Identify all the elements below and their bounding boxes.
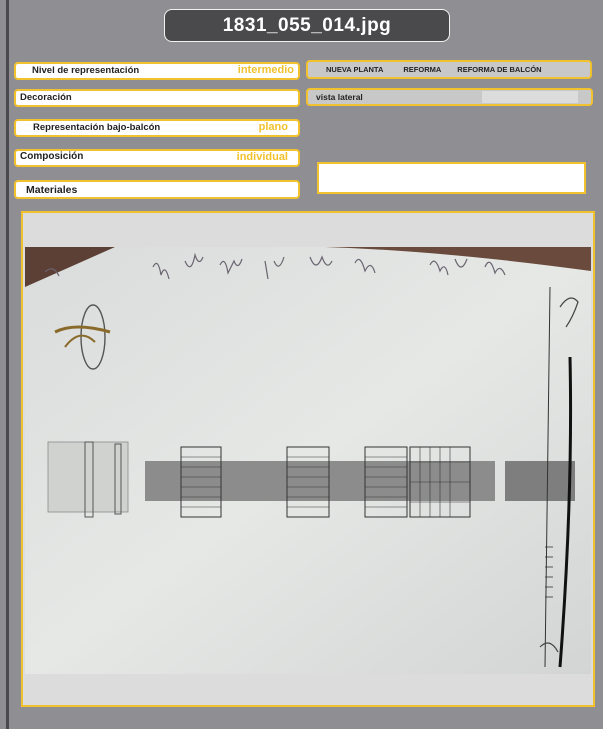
view-selector[interactable]: vista lateral [306, 88, 593, 106]
decoracion-field[interactable]: Decoración [14, 89, 300, 107]
nivel-label: Nivel de representación [32, 65, 140, 76]
bajo-balcon-value: plano [258, 121, 288, 133]
bajo-balcon-label: Representación bajo-balcón [33, 122, 161, 133]
view-scroll-thumb[interactable] [482, 91, 578, 103]
nivel-value: intermedio [237, 64, 294, 76]
materiales-label: Materiales [26, 184, 78, 196]
bajo-balcon-field[interactable]: Representación bajo-balcón plano [14, 119, 300, 137]
historical-drawing-image [25, 247, 591, 674]
document-image-frame [21, 211, 595, 707]
tab-bar: NUEVA PLANTA REFORMA REFORMA DE BALCÓN [306, 60, 592, 79]
materiales-field[interactable]: Materiales [14, 180, 300, 199]
decoracion-label: Decoración [20, 92, 72, 103]
composicion-field[interactable]: Composición individual [14, 149, 300, 167]
left-border [6, 0, 9, 729]
nivel-field[interactable]: Nivel de representación intermedio [14, 62, 300, 80]
view-label: vista lateral [316, 92, 363, 102]
empty-input-box[interactable] [317, 162, 586, 194]
composicion-value: individual [236, 151, 288, 163]
file-title: 1831_055_014.jpg [164, 9, 450, 42]
tab-reforma-balcon[interactable]: REFORMA DE BALCÓN [457, 65, 541, 74]
tab-reforma[interactable]: REFORMA [403, 65, 441, 74]
tab-nueva-planta[interactable]: NUEVA PLANTA [326, 65, 383, 74]
composicion-label: Composición [20, 151, 84, 162]
